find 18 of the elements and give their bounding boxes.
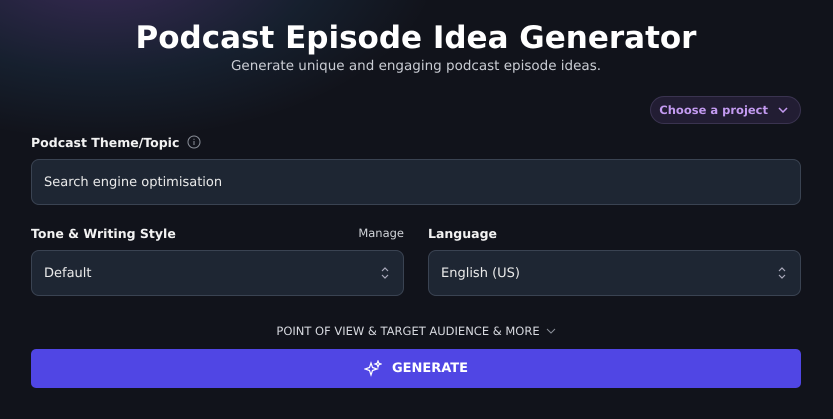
sparkles-icon [364,360,382,378]
field-label: Podcast Theme/Topic [31,134,180,150]
page-title: Podcast Episode Idea Generator [134,19,698,58]
up-down-chevron-icon [778,267,786,279]
page-subtitle: Generate unique and engaging podcast episode ideas. [230,58,602,74]
generate-button[interactable]: GENERATE [31,349,801,388]
manage-link[interactable]: Manage [358,226,404,240]
project-dropdown[interactable]: Choose a project [650,96,801,124]
topic-input-field[interactable]: Search engine optimisation [31,159,801,205]
chevron-down-icon [778,107,788,113]
tone-select[interactable]: Default [31,250,404,296]
up-down-chevron-icon [381,267,389,279]
field-label: Tone & Writing Style [31,226,176,240]
info-icon[interactable] [187,135,202,149]
more-options-toggle[interactable]: POINT OF VIEW & TARGET AUDIENCE & MORE [274,322,558,340]
chevron-icon [546,328,556,334]
language-select[interactable]: English (US) [428,250,801,296]
field-label: Language [428,226,498,240]
